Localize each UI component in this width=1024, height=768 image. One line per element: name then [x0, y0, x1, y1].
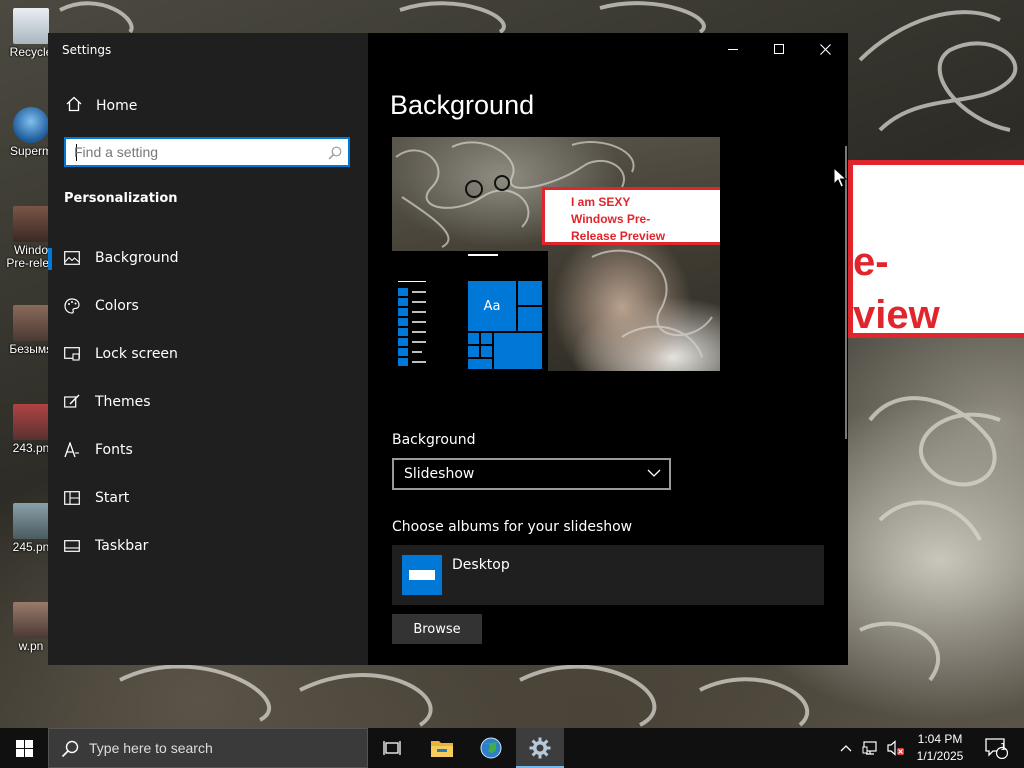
- preview-banner-line3: Release Preview: [571, 229, 666, 243]
- preview-banner: I am SEXY Windows Pre- Release Preview: [542, 187, 720, 245]
- nav-home-label: Home: [96, 98, 138, 114]
- nav-item-colors[interactable]: Colors: [48, 286, 368, 326]
- network-icon: [862, 741, 877, 755]
- background-dropdown-value: Slideshow: [404, 466, 475, 482]
- background-dropdown[interactable]: Slideshow: [392, 458, 671, 490]
- nav-item-label: Lock screen: [95, 346, 178, 362]
- file-explorer-button[interactable]: [418, 728, 466, 768]
- nav-item-label: Fonts: [95, 442, 133, 458]
- preview-banner-line2: Windows Pre-: [571, 212, 651, 226]
- nav-item-background[interactable]: Background: [48, 238, 368, 278]
- background-label: Background: [392, 432, 476, 448]
- font-icon: [64, 442, 80, 458]
- maximize-icon: [774, 44, 784, 54]
- recycle-bin-icon: [13, 8, 49, 44]
- clock-time: 1:04 PM: [917, 732, 963, 746]
- nav-item-label: Start: [95, 490, 130, 506]
- preview-start-list: [398, 281, 426, 366]
- content-scrollbar[interactable]: [845, 146, 847, 439]
- search-icon: [61, 740, 79, 762]
- minimize-button[interactable]: [710, 33, 756, 65]
- taskbar-search-box[interactable]: Type here to search: [48, 728, 368, 768]
- task-view-button[interactable]: [368, 728, 416, 768]
- wallpaper-banner-line2: view: [853, 293, 940, 337]
- nav-item-lock-screen[interactable]: Lock screen: [48, 334, 368, 374]
- settings-content-pane: Background I am SEXY Windows Pre- Releas…: [368, 33, 848, 665]
- album-name: Desktop: [452, 557, 510, 573]
- album-item-desktop[interactable]: Desktop: [392, 545, 824, 605]
- nav-item-fonts[interactable]: Fonts: [48, 430, 368, 470]
- background-preview: I am SEXY Windows Pre- Release Preview A…: [392, 137, 720, 371]
- preview-tiles-header: [468, 254, 498, 256]
- minimize-icon: [728, 49, 738, 50]
- browser-button[interactable]: [467, 728, 515, 768]
- network-button[interactable]: [859, 728, 883, 768]
- find-setting-box[interactable]: [64, 137, 350, 167]
- browse-button[interactable]: Browse: [392, 614, 482, 644]
- nav-item-label: Background: [95, 250, 179, 266]
- preview-tile-grid: [468, 281, 542, 369]
- notification-count: 1: [1000, 742, 1007, 753]
- volume-button[interactable]: [884, 728, 908, 768]
- section-title: Personalization: [64, 191, 178, 206]
- nav-item-label: Themes: [95, 394, 151, 410]
- image-file-245-icon: [13, 503, 49, 539]
- find-setting-input[interactable]: [74, 143, 314, 161]
- image-file-icon: [13, 305, 49, 341]
- action-center-button[interactable]: 1: [978, 728, 1014, 768]
- chevron-down-icon: [647, 466, 661, 484]
- mouse-pointer-icon: [833, 167, 847, 188]
- taskbar-icon: [64, 538, 80, 554]
- window-title: Settings: [62, 43, 112, 57]
- nav-item-label: Taskbar: [95, 538, 149, 554]
- image-file-243-icon: [13, 404, 49, 440]
- windows-logo-icon: [15, 739, 33, 757]
- settings-window: Settings Home Personalization Background: [48, 33, 848, 665]
- preview-banner-line1: I am SEXY: [571, 195, 631, 209]
- brush-icon: [64, 394, 80, 410]
- start-button[interactable]: [0, 728, 48, 768]
- clock-date: 1/1/2025: [916, 749, 964, 763]
- taskbar-search-placeholder: Type here to search: [89, 740, 213, 756]
- nav-home[interactable]: Home: [62, 95, 137, 117]
- page-title: Background: [390, 90, 535, 120]
- nav-item-start[interactable]: Start: [48, 478, 368, 518]
- picture-icon: [64, 250, 80, 266]
- nav-item-taskbar[interactable]: Taskbar: [48, 526, 368, 566]
- close-icon: [819, 43, 831, 55]
- settings-taskbar-button[interactable]: [516, 728, 564, 768]
- maximize-button[interactable]: [756, 33, 802, 65]
- lock-screen-icon: [64, 346, 80, 362]
- volume-muted-icon: [887, 740, 904, 756]
- search-icon[interactable]: [328, 145, 342, 164]
- taskbar: Type here to search 1:04 PM 1/1/2025 1: [0, 728, 1024, 768]
- taskbar-clock[interactable]: 1:04 PM 1/1/2025: [910, 731, 970, 765]
- show-hidden-icons-button[interactable]: [836, 728, 856, 768]
- nav-item-themes[interactable]: Themes: [48, 382, 368, 422]
- folder-icon: [431, 741, 453, 757]
- wallpaper-banner-line1: e-: [853, 240, 889, 284]
- chevron-up-icon: [840, 745, 852, 752]
- folder-icon: [402, 555, 442, 595]
- preview-tiles: Aa: [468, 254, 542, 369]
- settings-nav-pane: Settings Home Personalization Background: [48, 33, 368, 665]
- start-grid-icon: [64, 490, 80, 506]
- gear-icon: [529, 737, 551, 759]
- image-file-w-icon: [13, 602, 49, 638]
- preview-start-menu: Aa: [392, 251, 548, 371]
- wallpaper-banner: e- view: [848, 160, 1024, 338]
- home-icon: [66, 96, 82, 116]
- windows-pre-release-icon: [13, 206, 49, 242]
- task-view-icon: [383, 741, 401, 755]
- close-button[interactable]: [802, 33, 848, 65]
- albums-label: Choose albums for your slideshow: [392, 519, 633, 535]
- superm-shortcut-icon: [13, 107, 49, 143]
- globe-icon: [480, 737, 502, 759]
- palette-icon: [64, 298, 80, 314]
- nav-item-label: Colors: [95, 298, 139, 314]
